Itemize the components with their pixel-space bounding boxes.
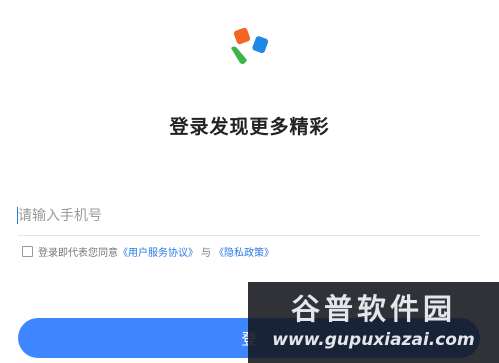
watermark: 谷普软件园 www.gupuxiazai.com xyxy=(248,282,499,363)
app-logo-icon xyxy=(231,27,269,64)
checkbox-unchecked-icon[interactable] xyxy=(22,245,33,257)
watermark-title: 谷普软件园 xyxy=(290,292,456,326)
input-underline xyxy=(18,235,480,236)
privacy-policy-link[interactable]: 《隐私政策》 xyxy=(214,244,274,259)
page-title: 登录发现更多精彩 xyxy=(169,116,330,138)
agreement-prefix: 登录即代表您同意 xyxy=(38,247,118,259)
user-agreement-link[interactable]: 《用户服务协议》 xyxy=(118,244,198,259)
agreement-row: 登录即代表您同意 《用户服务协议》 与 《隐私政策》 xyxy=(22,244,274,259)
phone-input[interactable] xyxy=(18,203,480,229)
text-caret xyxy=(17,207,18,224)
agreement-joiner: 与 xyxy=(201,247,211,259)
watermark-url: www.gupuxiazai.com xyxy=(272,330,475,350)
